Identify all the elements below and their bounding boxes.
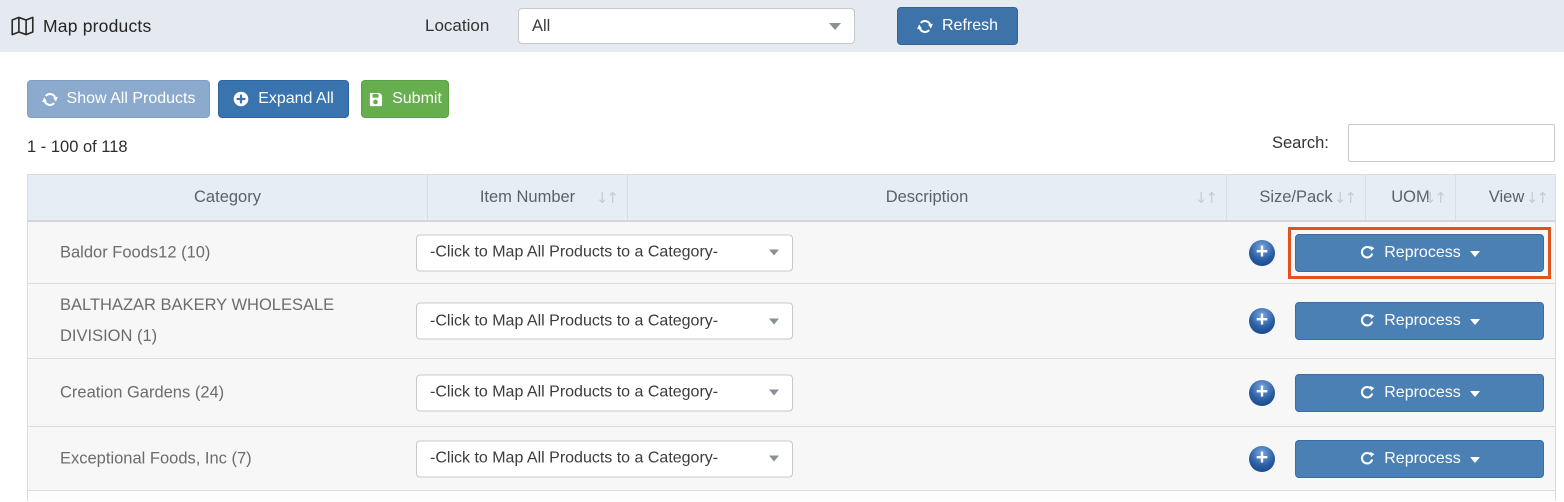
refresh-button-label: Refresh: [941, 17, 999, 34]
caret-down-icon: [1469, 390, 1480, 397]
chevron-down-icon: [769, 389, 779, 396]
map-category-select-value: -Click to Map All Products to a Category…: [430, 383, 719, 401]
expand-all-button[interactable]: Expand All: [218, 80, 349, 118]
column-label: Description: [885, 188, 969, 206]
sort-icon: ↓↑: [1194, 188, 1218, 207]
column-label: View: [1488, 188, 1525, 206]
reprocess-button-wrap: Reprocess: [1295, 302, 1544, 340]
location-label: Location: [425, 16, 490, 35]
category-name: Exceptional Foods, Inc (7): [60, 449, 252, 467]
table-row-partial: [28, 491, 1555, 501]
chevron-down-icon: [769, 318, 779, 324]
topbar: Map products Location All Refresh: [0, 0, 1564, 52]
column-header-description[interactable]: Description ↓↑: [628, 175, 1227, 220]
table-header-row: Category Item Number ↓↑ Description ↓↑ S…: [27, 174, 1556, 222]
column-header-uom[interactable]: UOM ↓↑: [1366, 175, 1456, 220]
refresh-icon: [41, 92, 58, 107]
column-header-category: Category: [28, 175, 428, 220]
reprocess-button-highlight: Reprocess: [1288, 226, 1551, 279]
map-category-select[interactable]: -Click to Map All Products to a Category…: [416, 302, 793, 340]
redo-icon: [1359, 385, 1375, 401]
reprocess-button[interactable]: Reprocess: [1295, 302, 1544, 340]
table-body: Baldor Foods12 (10) -Click to Map All Pr…: [27, 222, 1556, 501]
caret-down-icon: [1469, 456, 1480, 463]
reprocess-button-wrap: Reprocess: [1295, 439, 1544, 478]
sort-icon: ↓↑: [595, 188, 619, 207]
column-label: Category: [194, 188, 261, 206]
reprocess-label: Reprocess: [1384, 383, 1461, 401]
sort-icon: ↓↑: [1525, 188, 1549, 207]
redo-icon: [1359, 451, 1375, 467]
sort-icon: ↓↑: [1423, 188, 1447, 207]
search-input[interactable]: [1348, 124, 1555, 162]
chevron-down-icon: [769, 249, 779, 256]
page-title-group: Map products: [11, 0, 151, 52]
category-name: Baldor Foods12 (10): [60, 243, 211, 261]
redo-icon: [1359, 245, 1375, 261]
map-category-select[interactable]: -Click to Map All Products to a Category…: [416, 234, 793, 271]
results-summary: 1 - 100 of 118: [27, 138, 128, 156]
refresh-button[interactable]: Refresh: [897, 7, 1018, 45]
expand-all-label: Expand All: [258, 90, 334, 107]
map-category-select[interactable]: -Click to Map All Products to a Category…: [416, 374, 793, 411]
submit-button[interactable]: Submit: [361, 80, 449, 118]
reprocess-button[interactable]: Reprocess: [1295, 233, 1544, 272]
plus-circle-icon: [233, 91, 249, 107]
map-category-select-value: -Click to Map All Products to a Category…: [430, 312, 719, 329]
page-title: Map products: [43, 15, 152, 36]
reprocess-label: Reprocess: [1384, 312, 1461, 329]
chevron-down-icon: [769, 455, 779, 462]
chevron-down-icon: [829, 23, 841, 30]
add-button[interactable]: +: [1249, 239, 1275, 266]
map-icon: [11, 16, 34, 36]
add-button[interactable]: +: [1249, 445, 1275, 472]
table-row: Creation Gardens (24) -Click to Map All …: [28, 359, 1555, 427]
search-label: Search:: [1272, 134, 1329, 152]
sort-icon: ↓↑: [1333, 188, 1357, 207]
column-header-item-number[interactable]: Item Number ↓↑: [428, 175, 628, 220]
submit-label: Submit: [392, 90, 442, 107]
column-label: Size/Pack: [1259, 188, 1333, 206]
reprocess-button[interactable]: Reprocess: [1295, 373, 1544, 412]
location-select[interactable]: All: [518, 8, 855, 44]
column-header-view[interactable]: View ↓↑: [1456, 175, 1557, 220]
table-row: Baldor Foods12 (10) -Click to Map All Pr…: [28, 222, 1555, 284]
refresh-icon: [917, 19, 933, 34]
reprocess-button-wrap: Reprocess: [1295, 373, 1544, 412]
map-category-select-value: -Click to Map All Products to a Category…: [430, 449, 719, 467]
caret-down-icon: [1469, 250, 1480, 257]
caret-down-icon: [1469, 319, 1480, 325]
show-all-products-button[interactable]: Show All Products: [27, 80, 210, 118]
category-name: Creation Gardens (24): [60, 383, 225, 401]
map-category-select[interactable]: -Click to Map All Products to a Category…: [416, 440, 793, 477]
column-header-size-pack[interactable]: Size/Pack ↓↑: [1227, 175, 1366, 220]
reprocess-button[interactable]: Reprocess: [1295, 439, 1544, 478]
show-all-products-label: Show All Products: [66, 90, 196, 107]
add-button[interactable]: +: [1249, 308, 1275, 334]
reprocess-label: Reprocess: [1384, 243, 1461, 261]
redo-icon: [1359, 313, 1375, 329]
table-row: BALTHAZAR BAKERY WHOLESALE DIVISION (1) …: [28, 284, 1555, 359]
map-category-select-value: -Click to Map All Products to a Category…: [430, 243, 719, 261]
column-label: Item Number: [479, 188, 576, 206]
table-row: Exceptional Foods, Inc (7) -Click to Map…: [28, 427, 1555, 491]
add-button[interactable]: +: [1249, 379, 1275, 406]
products-table: Category Item Number ↓↑ Description ↓↑ S…: [27, 174, 1556, 501]
location-select-value: All: [532, 16, 551, 35]
save-icon: [368, 92, 383, 107]
reprocess-label: Reprocess: [1384, 449, 1461, 467]
category-name: BALTHAZAR BAKERY WHOLESALE DIVISION (1): [60, 296, 335, 345]
